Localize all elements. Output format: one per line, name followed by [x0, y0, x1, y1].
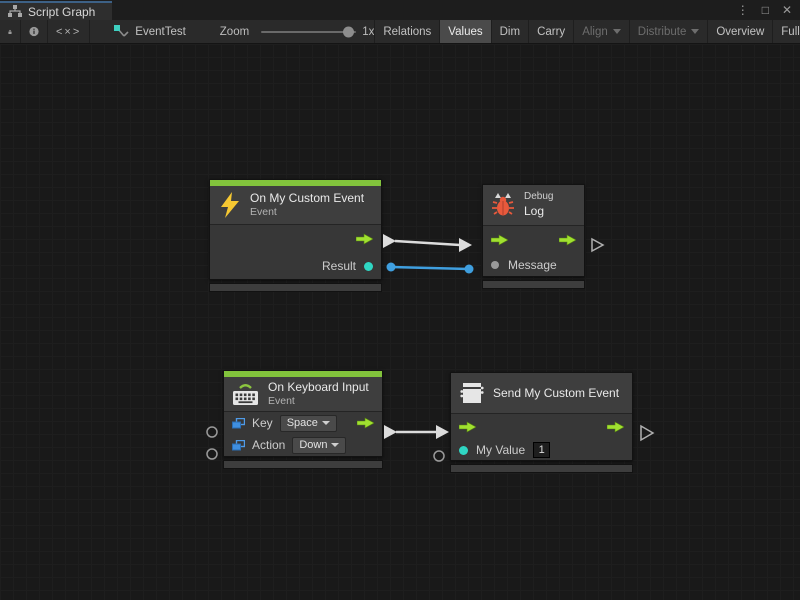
node-title: Log: [524, 204, 553, 219]
control-wire-keyboard-to-send[interactable]: [384, 425, 449, 439]
enum-icon: [232, 418, 245, 429]
graph-name: EventTest: [135, 26, 186, 38]
overview-label: Overview: [716, 26, 764, 38]
node-subtitle: Event: [250, 206, 364, 219]
loose-value-circle[interactable]: [434, 451, 444, 461]
carry-button[interactable]: Carry: [528, 20, 573, 43]
node-on-keyboard-input[interactable]: On Keyboard Input Event Key Space: [223, 370, 383, 469]
key-dropdown[interactable]: Space: [280, 415, 337, 432]
message-value-port[interactable]: [491, 261, 499, 269]
dim-label: Dim: [500, 26, 520, 38]
close-icon[interactable]: ✕: [782, 0, 792, 20]
action-dropdown-value: Down: [299, 439, 327, 451]
window-menu-icon[interactable]: ⋮: [737, 0, 749, 20]
message-port-label: Message: [508, 258, 557, 272]
tab-script-graph[interactable]: Script Graph: [0, 1, 112, 20]
hierarchy-icon: [8, 5, 22, 18]
graph-toolbar: <×> EventTest Zoom 1x Relations Values D…: [0, 20, 800, 44]
values-button[interactable]: Values: [439, 20, 490, 43]
bug-icon: [491, 192, 515, 217]
zoom-label: Zoom: [220, 20, 249, 43]
node-header[interactable]: On Keyboard Input Event: [224, 377, 382, 411]
node-title: Send My Custom Event: [493, 386, 619, 401]
loose-value-circle[interactable]: [207, 449, 217, 459]
node-debug-log[interactable]: Debug Log: [482, 184, 585, 289]
relations-label: Relations: [383, 26, 431, 38]
chevron-down-icon: [613, 29, 621, 34]
key-dropdown-value: Space: [287, 417, 318, 429]
loose-control-triangle[interactable]: [592, 239, 603, 251]
control-output-port[interactable]: [559, 234, 576, 246]
loose-control-triangle[interactable]: [641, 426, 653, 440]
zoom-slider-track[interactable]: [261, 31, 356, 33]
result-port-label: Result: [322, 259, 356, 273]
enum-icon: [232, 440, 245, 451]
my-value-input[interactable]: 1: [533, 442, 550, 458]
control-output-port[interactable]: [356, 233, 373, 245]
node-header[interactable]: Debug Log: [483, 185, 584, 225]
my-value-port[interactable]: [459, 446, 468, 455]
lock-button[interactable]: [0, 20, 21, 43]
code-view-button[interactable]: <×>: [48, 20, 90, 43]
lock-icon: [8, 26, 12, 38]
control-input-port[interactable]: [459, 421, 476, 433]
lightning-bolt-icon: [219, 192, 241, 218]
my-value-port-label: My Value: [476, 443, 525, 457]
graph-canvas[interactable]: On My Custom Event Event Result: [0, 44, 800, 600]
node-header[interactable]: On My Custom Event Event: [210, 186, 381, 224]
key-port-label: Key: [252, 416, 273, 430]
action-port-label: Action: [252, 438, 285, 452]
info-icon: [29, 25, 39, 38]
values-label: Values: [448, 26, 482, 38]
node-title: On Keyboard Input: [268, 380, 369, 395]
toolbar-right-group: Relations Values Dim Carry Align Distrib…: [374, 20, 800, 43]
control-input-port[interactable]: [491, 234, 508, 246]
keyboard-icon: [232, 382, 259, 406]
maximize-icon[interactable]: □: [762, 0, 769, 20]
node-footer: [223, 460, 383, 469]
node-send-my-custom-event[interactable]: Send My Custom Event: [450, 372, 633, 473]
carry-label: Carry: [537, 26, 565, 38]
chevron-down-icon: [322, 421, 330, 425]
fullscreen-button[interactable]: Full Screen: [772, 20, 800, 43]
fullscreen-label: Full Screen: [781, 26, 800, 38]
overview-button[interactable]: Overview: [707, 20, 772, 43]
chevron-down-icon: [691, 29, 699, 34]
control-output-port[interactable]: [357, 417, 374, 429]
result-value-port[interactable]: [364, 262, 373, 271]
custom-event-icon: [460, 382, 484, 404]
node-title: On My Custom Event: [250, 191, 364, 206]
node-subtitle: Event: [268, 395, 369, 408]
align-label: Align: [582, 26, 608, 38]
chevron-down-icon: [331, 443, 339, 447]
loose-value-circle[interactable]: [207, 427, 217, 437]
distribute-label: Distribute: [638, 26, 687, 38]
node-footer: [482, 280, 585, 289]
title-bar: Script Graph ⋮ □ ✕: [0, 0, 800, 20]
graph-selector-button[interactable]: EventTest: [106, 20, 194, 43]
dim-button[interactable]: Dim: [491, 20, 528, 43]
action-dropdown[interactable]: Down: [292, 437, 346, 454]
zoom-slider[interactable]: [261, 20, 356, 43]
script-graph-window: Script Graph ⋮ □ ✕ <×>: [0, 0, 800, 600]
node-surtitle: Debug: [524, 191, 553, 204]
distribute-button[interactable]: Distribute: [629, 20, 708, 43]
tab-label: Script Graph: [28, 5, 95, 19]
zoom-slider-handle[interactable]: [343, 26, 354, 37]
node-footer: [209, 283, 382, 292]
control-wire-event-to-log[interactable]: [383, 234, 472, 252]
node-on-my-custom-event[interactable]: On My Custom Event Event Result: [209, 179, 382, 292]
control-output-port[interactable]: [607, 421, 624, 433]
info-button[interactable]: [21, 20, 48, 43]
value-wire-result-to-message[interactable]: [387, 263, 474, 274]
zoom-value: 1x: [362, 20, 374, 43]
relations-button[interactable]: Relations: [374, 20, 439, 43]
node-header[interactable]: Send My Custom Event: [451, 373, 632, 413]
node-footer: [450, 464, 633, 473]
align-button[interactable]: Align: [573, 20, 629, 43]
graph-icon: [114, 25, 129, 39]
